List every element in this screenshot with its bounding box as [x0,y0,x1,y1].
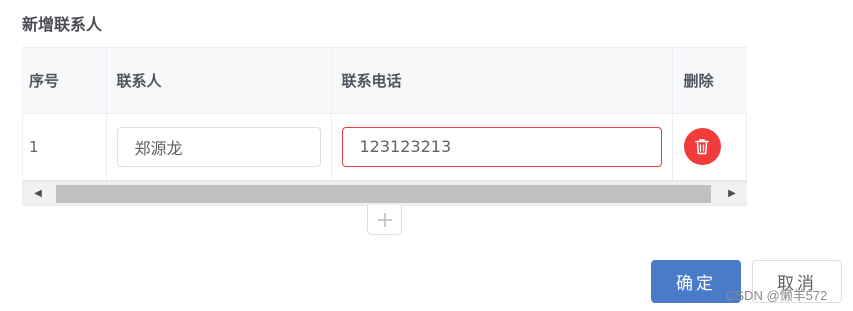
add-row-button[interactable] [367,205,402,235]
scrollbar-thumb[interactable] [56,184,711,203]
scroll-left-arrow[interactable]: ◀ [23,182,53,206]
plus-icon [377,212,392,227]
delete-row-button[interactable] [683,128,721,165]
contact-name-input[interactable]: 郑源龙 [116,126,321,167]
phone-value: 123123213 [359,137,452,156]
row-index: 1 [23,113,107,181]
column-header-delete: 删除 [672,48,747,114]
watermark: CSDN @懒羊572 [726,288,828,303]
table-header-row: 序号 联系人 联系电话 删除 [23,48,747,114]
scrollbar-track[interactable] [53,184,717,204]
column-header-contact: 联系人 [106,48,332,114]
scroll-right-arrow[interactable]: ▶ [717,182,747,206]
trash-icon [695,139,709,155]
contacts-table: 序号 联系人 联系电话 删除 1 郑源龙 123123213 ◀ ▶ [22,47,747,206]
column-header-index: 序号 [23,48,107,114]
contact-name-value: 郑源龙 [134,138,183,158]
column-header-phone: 联系电话 [331,48,673,114]
table-row: 1 郑源龙 123123213 [23,113,747,181]
section-title: 新增联系人 [22,15,103,34]
horizontal-scrollbar[interactable]: ◀ ▶ [23,181,747,205]
phone-input[interactable]: 123123213 [341,126,662,167]
